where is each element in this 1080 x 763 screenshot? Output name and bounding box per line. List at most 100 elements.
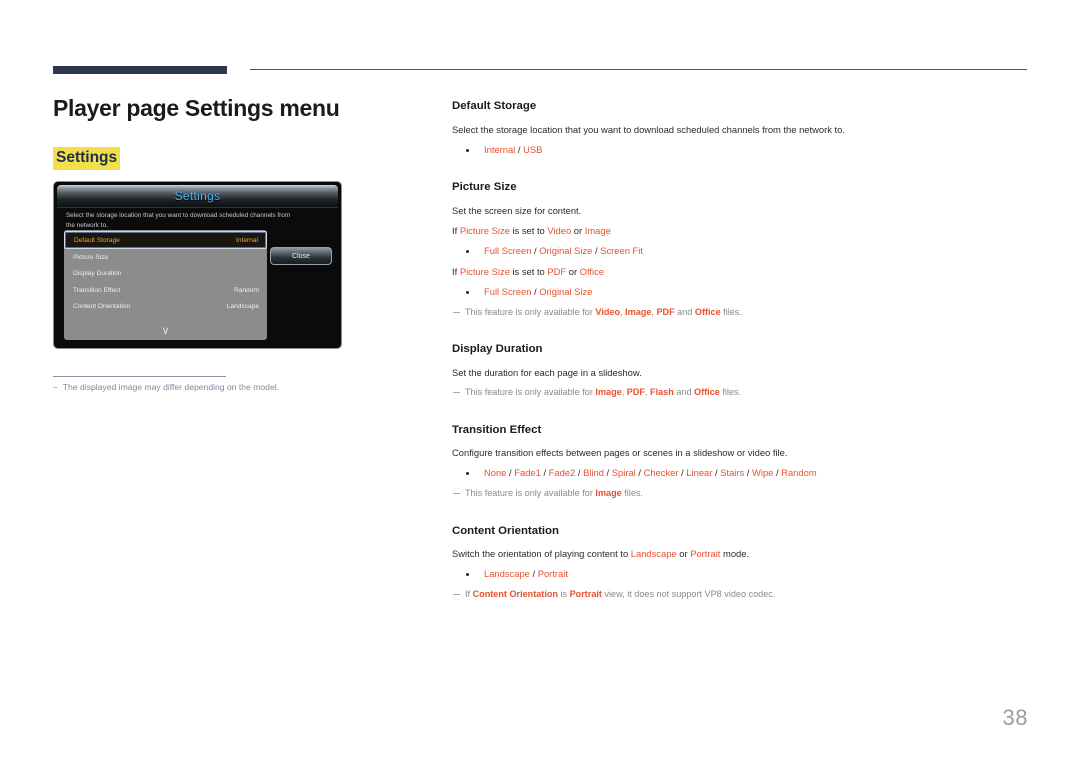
cond-or: or xyxy=(566,265,580,277)
note-value: Portrait xyxy=(569,589,602,600)
section-display-duration: Display Duration Set the duration for ea… xyxy=(452,343,1030,399)
right-column: Default Storage Select the storage locat… xyxy=(452,100,1030,602)
caption-rule xyxy=(53,376,226,377)
chevron-down-icon[interactable]: ∨ xyxy=(64,326,267,337)
note-term: PDF xyxy=(626,386,645,397)
cond-prefix: If xyxy=(452,225,460,237)
note-and: and xyxy=(674,306,695,317)
section-default-storage: Default Storage Select the storage locat… xyxy=(452,100,1030,157)
note-post: files. xyxy=(719,386,742,397)
option-list-1: Full Screen / Original Size / Screen Fit xyxy=(452,244,1030,259)
section-heading: Default Storage xyxy=(452,100,537,112)
page-number: 38 xyxy=(1002,705,1028,730)
osd-row-picture-size[interactable]: Picture Size xyxy=(64,249,267,266)
option-value: Checker xyxy=(643,467,679,479)
osd-titlebar: Settings xyxy=(57,185,338,208)
option-item: None / Fade1 / Fade2 / Blind / Spiral / … xyxy=(466,466,1030,481)
condition-line-1: If Picture Size is set to Video or Image xyxy=(452,224,1030,238)
body-value-a: Landscape xyxy=(630,548,677,560)
note-term: Video xyxy=(595,306,621,317)
section-picture-size: Picture Size Set the screen size for con… xyxy=(452,181,1030,319)
body-post: mode. xyxy=(720,548,750,560)
option-value: Blind xyxy=(583,467,604,479)
cond-value-b: Image xyxy=(584,225,611,237)
osd-row-display-duration[interactable]: Display Duration xyxy=(64,266,267,283)
option-value: USB xyxy=(523,143,543,155)
option-value: Spiral xyxy=(611,467,636,479)
option-list: Landscape / Portrait xyxy=(452,567,1030,582)
osd-row-default-storage[interactable]: Default Storage Internal xyxy=(64,231,267,249)
osd-close-button[interactable]: Close xyxy=(270,247,332,265)
note-term: Office xyxy=(694,386,720,397)
osd-row-transition-effect[interactable]: Transition Effect Random xyxy=(64,282,267,299)
option-list: None / Fade1 / Fade2 / Blind / Spiral / … xyxy=(452,466,1030,481)
option-list-2: Full Screen / Original Size xyxy=(452,285,1030,300)
option-item: Full Screen / Original Size / Screen Fit xyxy=(466,244,1030,259)
section-body: Configure transition effects between pag… xyxy=(452,447,788,459)
note-prefix: If xyxy=(465,589,473,600)
note-post: view, it does not support VP8 video code… xyxy=(601,589,776,600)
osd-row-value: Random xyxy=(234,286,259,294)
option-value: Linear xyxy=(686,467,713,479)
cond-or: or xyxy=(571,225,585,237)
option-value: Internal xyxy=(484,143,516,155)
caption-dash: – xyxy=(53,382,58,392)
note-term: Content Orientation xyxy=(472,589,558,600)
note-term: Office xyxy=(694,306,721,317)
section-body: Set the duration for each page in a slid… xyxy=(452,366,642,378)
note-prefix: This feature is only available for xyxy=(465,386,596,397)
section-note: This feature is only available for Video… xyxy=(452,306,1030,320)
body-prefix: Switch the orientation of playing conten… xyxy=(452,548,631,560)
osd-title: Settings xyxy=(174,189,221,203)
section-heading: Display Duration xyxy=(452,343,543,356)
osd-row-value: Landscape xyxy=(226,303,259,311)
option-value: Full Screen xyxy=(484,245,532,257)
option-value: Original Size xyxy=(539,245,593,257)
note-term: Flash xyxy=(650,386,674,397)
osd-row-label: Picture Size xyxy=(73,253,109,261)
osd-description: Select the storage location that you wan… xyxy=(66,212,291,229)
section-note: This feature is only available for Image… xyxy=(452,386,1030,400)
condition-line-2: If Picture Size is set to PDF or Office xyxy=(452,265,1030,279)
option-value: Screen Fit xyxy=(600,245,643,257)
option-item: Full Screen / Original Size xyxy=(466,285,1030,300)
cond-term: Picture Size xyxy=(459,225,510,237)
osd-row-content-orientation[interactable]: Content Orientation Landscape xyxy=(64,299,267,316)
option-value: Portrait xyxy=(537,568,568,580)
cond-value-a: Video xyxy=(547,225,572,237)
section-tag: Settings xyxy=(53,147,121,170)
osd-row-label: Transition Effect xyxy=(73,286,121,294)
option-value: None xyxy=(484,467,507,479)
cond-mid: is set to xyxy=(509,225,548,237)
note-post: files. xyxy=(621,488,643,498)
option-item: Landscape / Portrait xyxy=(466,567,1030,582)
osd-frame: Settings Select the storage location tha… xyxy=(53,181,342,349)
section-note: This feature is only available for Image… xyxy=(452,487,1030,501)
image-caption-note: – The displayed image may differ dependin… xyxy=(53,381,413,394)
body-or: or xyxy=(676,548,691,560)
osd-row-value: Internal xyxy=(236,236,258,244)
option-value: Fade1 xyxy=(514,467,541,479)
note-term: Image xyxy=(595,488,622,498)
option-value: Random xyxy=(781,467,817,479)
page-title: Player page Settings menu xyxy=(53,95,340,121)
option-value: Stairs xyxy=(720,467,745,479)
header-rule-line xyxy=(250,69,1027,70)
option-value: Full Screen xyxy=(484,285,532,297)
caption-text: The displayed image may differ depending… xyxy=(62,382,280,392)
cond-mid: is set to xyxy=(509,265,548,277)
note-term: Image xyxy=(625,306,652,317)
option-value: Fade2 xyxy=(548,467,576,479)
section-transition-effect: Transition Effect Configure transition e… xyxy=(452,424,1030,501)
note-prefix: This feature is only available for xyxy=(465,306,596,317)
option-list: Internal / USB xyxy=(452,143,1030,158)
note-term: PDF xyxy=(656,306,675,317)
section-content-orientation: Content Orientation Switch the orientati… xyxy=(452,525,1030,602)
section-heading: Transition Effect xyxy=(452,423,542,436)
osd-screenshot: Settings Select the storage location tha… xyxy=(53,181,342,349)
cond-term: Picture Size xyxy=(459,265,510,277)
option-item: Internal / USB xyxy=(466,143,1030,158)
osd-menu-list[interactable]: Default Storage Internal Picture Size Di… xyxy=(64,230,267,340)
header-rule-block xyxy=(53,66,227,74)
osd-row-label: Content Orientation xyxy=(73,303,131,311)
